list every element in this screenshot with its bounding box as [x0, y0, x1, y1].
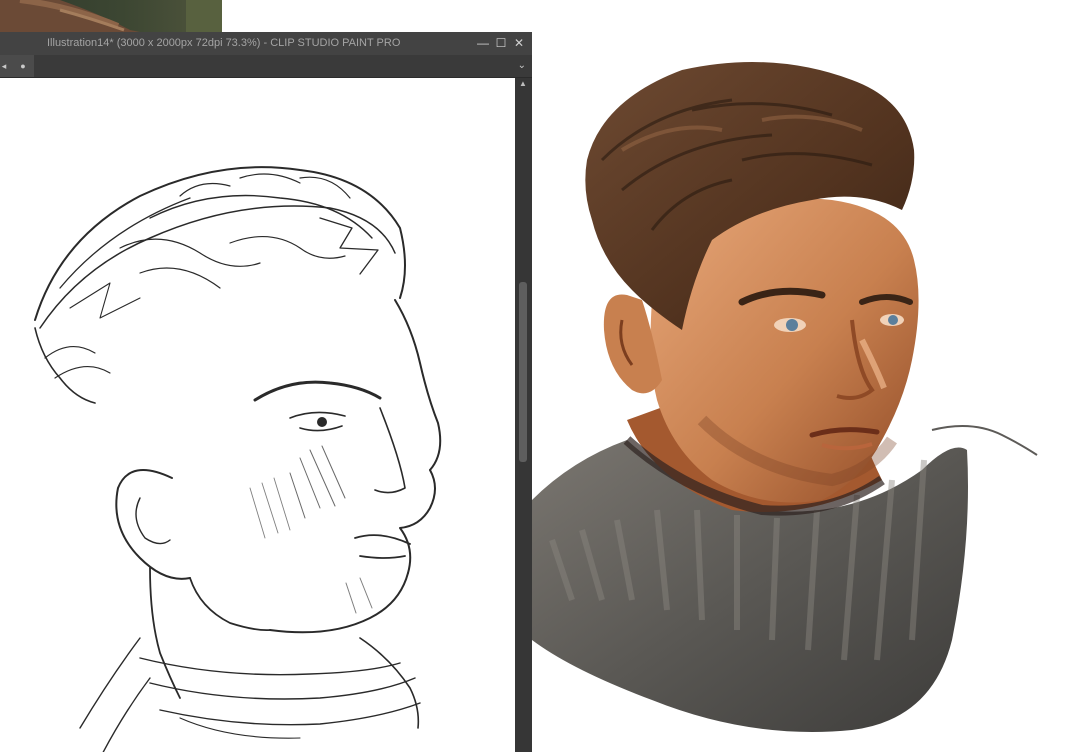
- unsaved-dot-icon: ●: [20, 61, 26, 71]
- drawing-canvas[interactable]: [0, 78, 515, 752]
- maximize-button[interactable]: ☐: [494, 36, 508, 50]
- title-bar[interactable]: Illustration14* (3000 x 2000px 72dpi 73.…: [0, 32, 532, 55]
- pencil-sketch: [34, 166, 442, 752]
- painted-portrait: [532, 40, 1066, 752]
- minimize-button[interactable]: —: [476, 36, 490, 50]
- scroll-up-icon[interactable]: ▲: [518, 79, 528, 89]
- clip-studio-window: Illustration14* (3000 x 2000px 72dpi 73.…: [0, 32, 532, 752]
- canvas-tab-bar: ◂ ● ⌄: [0, 55, 532, 78]
- close-button[interactable]: ✕: [512, 36, 526, 50]
- tab-list-chevron-icon[interactable]: ⌄: [518, 55, 526, 77]
- window-title: Illustration14* (3000 x 2000px 72dpi 73.…: [47, 37, 401, 49]
- tab-scroll-left-icon[interactable]: ◂: [0, 55, 8, 77]
- scrollbar-thumb[interactable]: [519, 282, 527, 462]
- vertical-scrollbar[interactable]: ▲: [515, 78, 532, 752]
- canvas-tab[interactable]: ◂ ●: [0, 55, 34, 77]
- background-photo-corner: [0, 0, 222, 32]
